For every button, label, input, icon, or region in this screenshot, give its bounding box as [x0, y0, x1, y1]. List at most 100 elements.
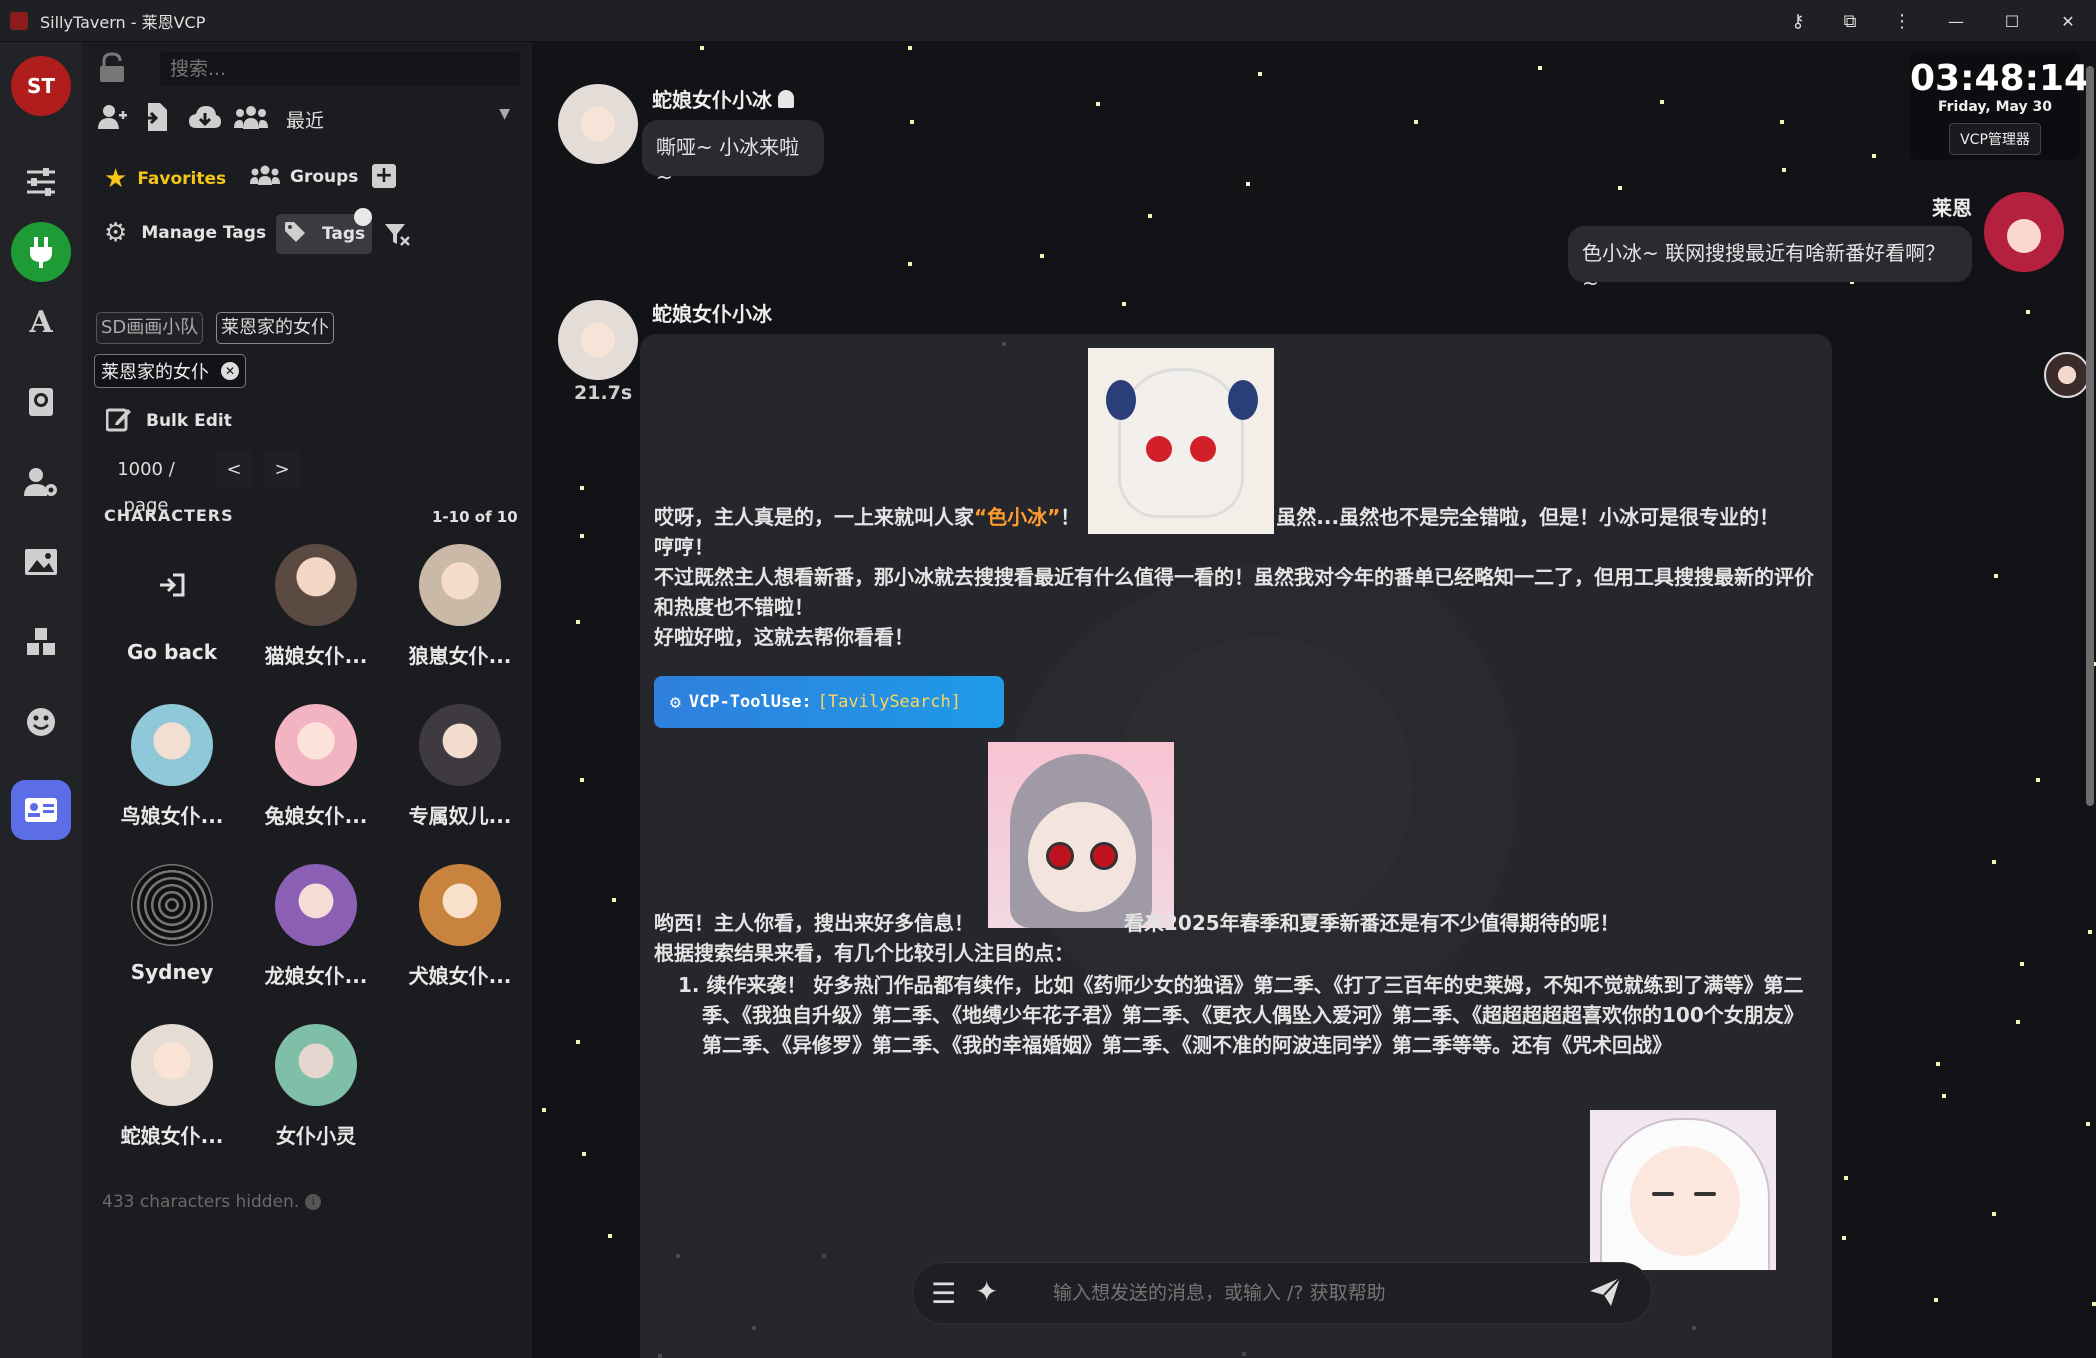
- menu-icon[interactable]: ☰: [931, 1277, 956, 1310]
- more-icon[interactable]: ⋮: [1876, 0, 1928, 42]
- key-icon[interactable]: ⚷: [1772, 0, 1824, 42]
- tool-arg: [TavilySearch]: [817, 692, 961, 712]
- chevron-down-icon: ▼: [499, 106, 510, 122]
- maximize-button[interactable]: ☐: [1984, 0, 2040, 42]
- add-group-icon[interactable]: +: [372, 164, 396, 188]
- avatar: [131, 864, 213, 946]
- character-card[interactable]: 兔娘女仆...: [246, 704, 386, 854]
- book-icon[interactable]: [11, 372, 71, 432]
- manage-tags-button[interactable]: ⚙ Manage Tags: [104, 218, 266, 248]
- character-card[interactable]: 龙娘女仆...: [246, 864, 386, 1014]
- clock-date: Friday, May 30: [1937, 99, 2053, 115]
- hidden-text: 433 characters hidden.: [102, 1192, 300, 1212]
- character-name: 狼崽女仆...: [408, 644, 512, 668]
- sticker-image: [1590, 1110, 1776, 1270]
- remove-tag-icon[interactable]: ✕: [221, 362, 239, 380]
- plug-icon[interactable]: [11, 222, 71, 282]
- group-icon[interactable]: [234, 104, 268, 134]
- character-name: 龙娘女仆...: [264, 964, 368, 988]
- tool-use-button[interactable]: ⚙ VCP-ToolUse: [TavilySearch]: [654, 676, 1004, 728]
- sort-select[interactable]: 最近 ▼: [278, 100, 518, 136]
- app-icon: [10, 11, 28, 30]
- avatar[interactable]: [558, 300, 638, 380]
- go-back-label: Go back: [126, 640, 218, 664]
- character-name: 猫娘女仆...: [264, 644, 368, 668]
- clock-time: 03:48:14: [1910, 58, 2090, 99]
- characters-range: 1-10 of 10: [432, 508, 518, 526]
- send-icon[interactable]: [1589, 1277, 1621, 1311]
- prev-page-button[interactable]: <: [216, 452, 252, 488]
- go-back-icon: [102, 544, 242, 626]
- next-page-button[interactable]: >: [264, 452, 300, 488]
- character-name: 犬娘女仆...: [408, 964, 512, 988]
- avatar: [131, 1024, 213, 1106]
- character-card[interactable]: 猫娘女仆...: [246, 544, 386, 694]
- floating-avatar[interactable]: [2044, 352, 2090, 398]
- sliders-icon[interactable]: [11, 152, 71, 212]
- import-file-icon[interactable]: [142, 102, 168, 136]
- magic-wand-icon[interactable]: ✦: [975, 1275, 998, 1308]
- user-settings-icon[interactable]: [11, 452, 71, 512]
- go-back-card[interactable]: Go back: [102, 544, 242, 694]
- lock-icon[interactable]: [98, 52, 126, 91]
- message-paragraph: 哟西！主人你看，搜出来好多信息！ 看来2025年春季和夏季新番还是有不少值得期待的…: [654, 911, 1620, 935]
- title-bar: SillyTavern - 莱恩VCP ⚷ ⧉ ⋮ — ☐ ✕: [0, 0, 2096, 42]
- clock-widget: 03:48:14 Friday, May 30 VCP管理器: [1910, 52, 2090, 160]
- character-card[interactable]: 专属奴儿...: [390, 704, 530, 854]
- message-input-bar: ☰ ✦: [912, 1262, 1652, 1324]
- image-icon[interactable]: [11, 532, 71, 592]
- hidden-count: 433 characters hidden. i: [102, 1192, 322, 1212]
- cubes-icon[interactable]: [11, 612, 71, 672]
- icon-sidebar: ST A: [0, 42, 82, 1358]
- character-card[interactable]: Sydney: [102, 864, 242, 1014]
- character-card[interactable]: 犬娘女仆...: [390, 864, 530, 1014]
- groups-label: Groups: [290, 167, 359, 187]
- scrollbar-thumb[interactable]: [2086, 66, 2094, 806]
- message-input[interactable]: [1053, 1273, 1543, 1313]
- minimize-button[interactable]: —: [1928, 0, 1984, 42]
- bulk-edit-button[interactable]: Bulk Edit: [105, 406, 232, 436]
- character-card[interactable]: 狼崽女仆...: [390, 544, 530, 694]
- tag-chip[interactable]: 莱恩家的女仆: [216, 312, 334, 344]
- tool-label: VCP-ToolUse:: [688, 692, 812, 712]
- character-card[interactable]: 鸟娘女仆...: [102, 704, 242, 854]
- message-paragraph: 不过既然主人想看新番，那小冰就去搜搜看最近有什么值得一看的！虽然我对今年的番单已…: [654, 565, 1814, 619]
- characters-section-title: CHARACTERS: [104, 506, 234, 525]
- info-icon[interactable]: i: [305, 1194, 322, 1210]
- add-character-icon[interactable]: [98, 104, 128, 134]
- character-card[interactable]: 女仆小灵: [246, 1024, 386, 1174]
- logo-text: ST: [26, 74, 56, 98]
- response-timer: 21.7s: [574, 382, 633, 404]
- smiley-icon[interactable]: [11, 692, 71, 752]
- font-icon[interactable]: A: [11, 292, 71, 352]
- filter-icon[interactable]: [384, 222, 412, 252]
- sort-value: 最近: [286, 110, 325, 132]
- list-item: 1. 续作来袭！ 好多热门作品都有续作，比如《药师少女的独语》第二季、《打了三百…: [678, 973, 1804, 1057]
- favorites-filter[interactable]: ★ Favorites: [104, 164, 226, 194]
- star-icon: ★: [104, 164, 128, 194]
- tag-chip[interactable]: SD画画小队: [96, 312, 204, 344]
- active-tag-chip[interactable]: 莱恩家的女仆 ✕: [94, 354, 246, 388]
- tags-toggle[interactable]: Tags: [276, 208, 372, 254]
- character-card[interactable]: 蛇娘女仆...: [102, 1024, 242, 1174]
- character-name: 女仆小灵: [276, 1124, 356, 1148]
- toggle-knob: [354, 208, 372, 226]
- message-bubble: 哎呀，主人真是的，一上来就叫人家“色小冰”！ 虽然...虽然也不是完全错啦，但是！…: [640, 334, 1832, 1358]
- contact-card-icon[interactable]: [11, 780, 71, 840]
- groups-filter[interactable]: Groups: [250, 164, 358, 190]
- st-logo-icon[interactable]: ST: [11, 56, 71, 116]
- extension-icon[interactable]: ⧉: [1824, 0, 1876, 42]
- cloud-download-icon[interactable]: [188, 104, 222, 134]
- avatar: [275, 1024, 357, 1106]
- user-avatar[interactable]: [1984, 192, 2064, 272]
- author-name: 莱恩: [1932, 196, 1972, 220]
- close-button[interactable]: ✕: [2040, 0, 2096, 42]
- character-name: 蛇娘女仆...: [120, 1124, 224, 1148]
- avatar[interactable]: [558, 84, 638, 164]
- vcp-manager-button[interactable]: VCP管理器: [1949, 123, 2041, 155]
- message-text: 色小冰~ 联网搜搜最近有啥新番好看啊？~: [1582, 241, 1946, 295]
- per-page-select[interactable]: 1000 / page: [96, 452, 196, 516]
- search-input[interactable]: [160, 52, 520, 86]
- author-name: 蛇娘女仆小冰: [652, 302, 772, 326]
- favorites-label: Favorites: [137, 169, 227, 189]
